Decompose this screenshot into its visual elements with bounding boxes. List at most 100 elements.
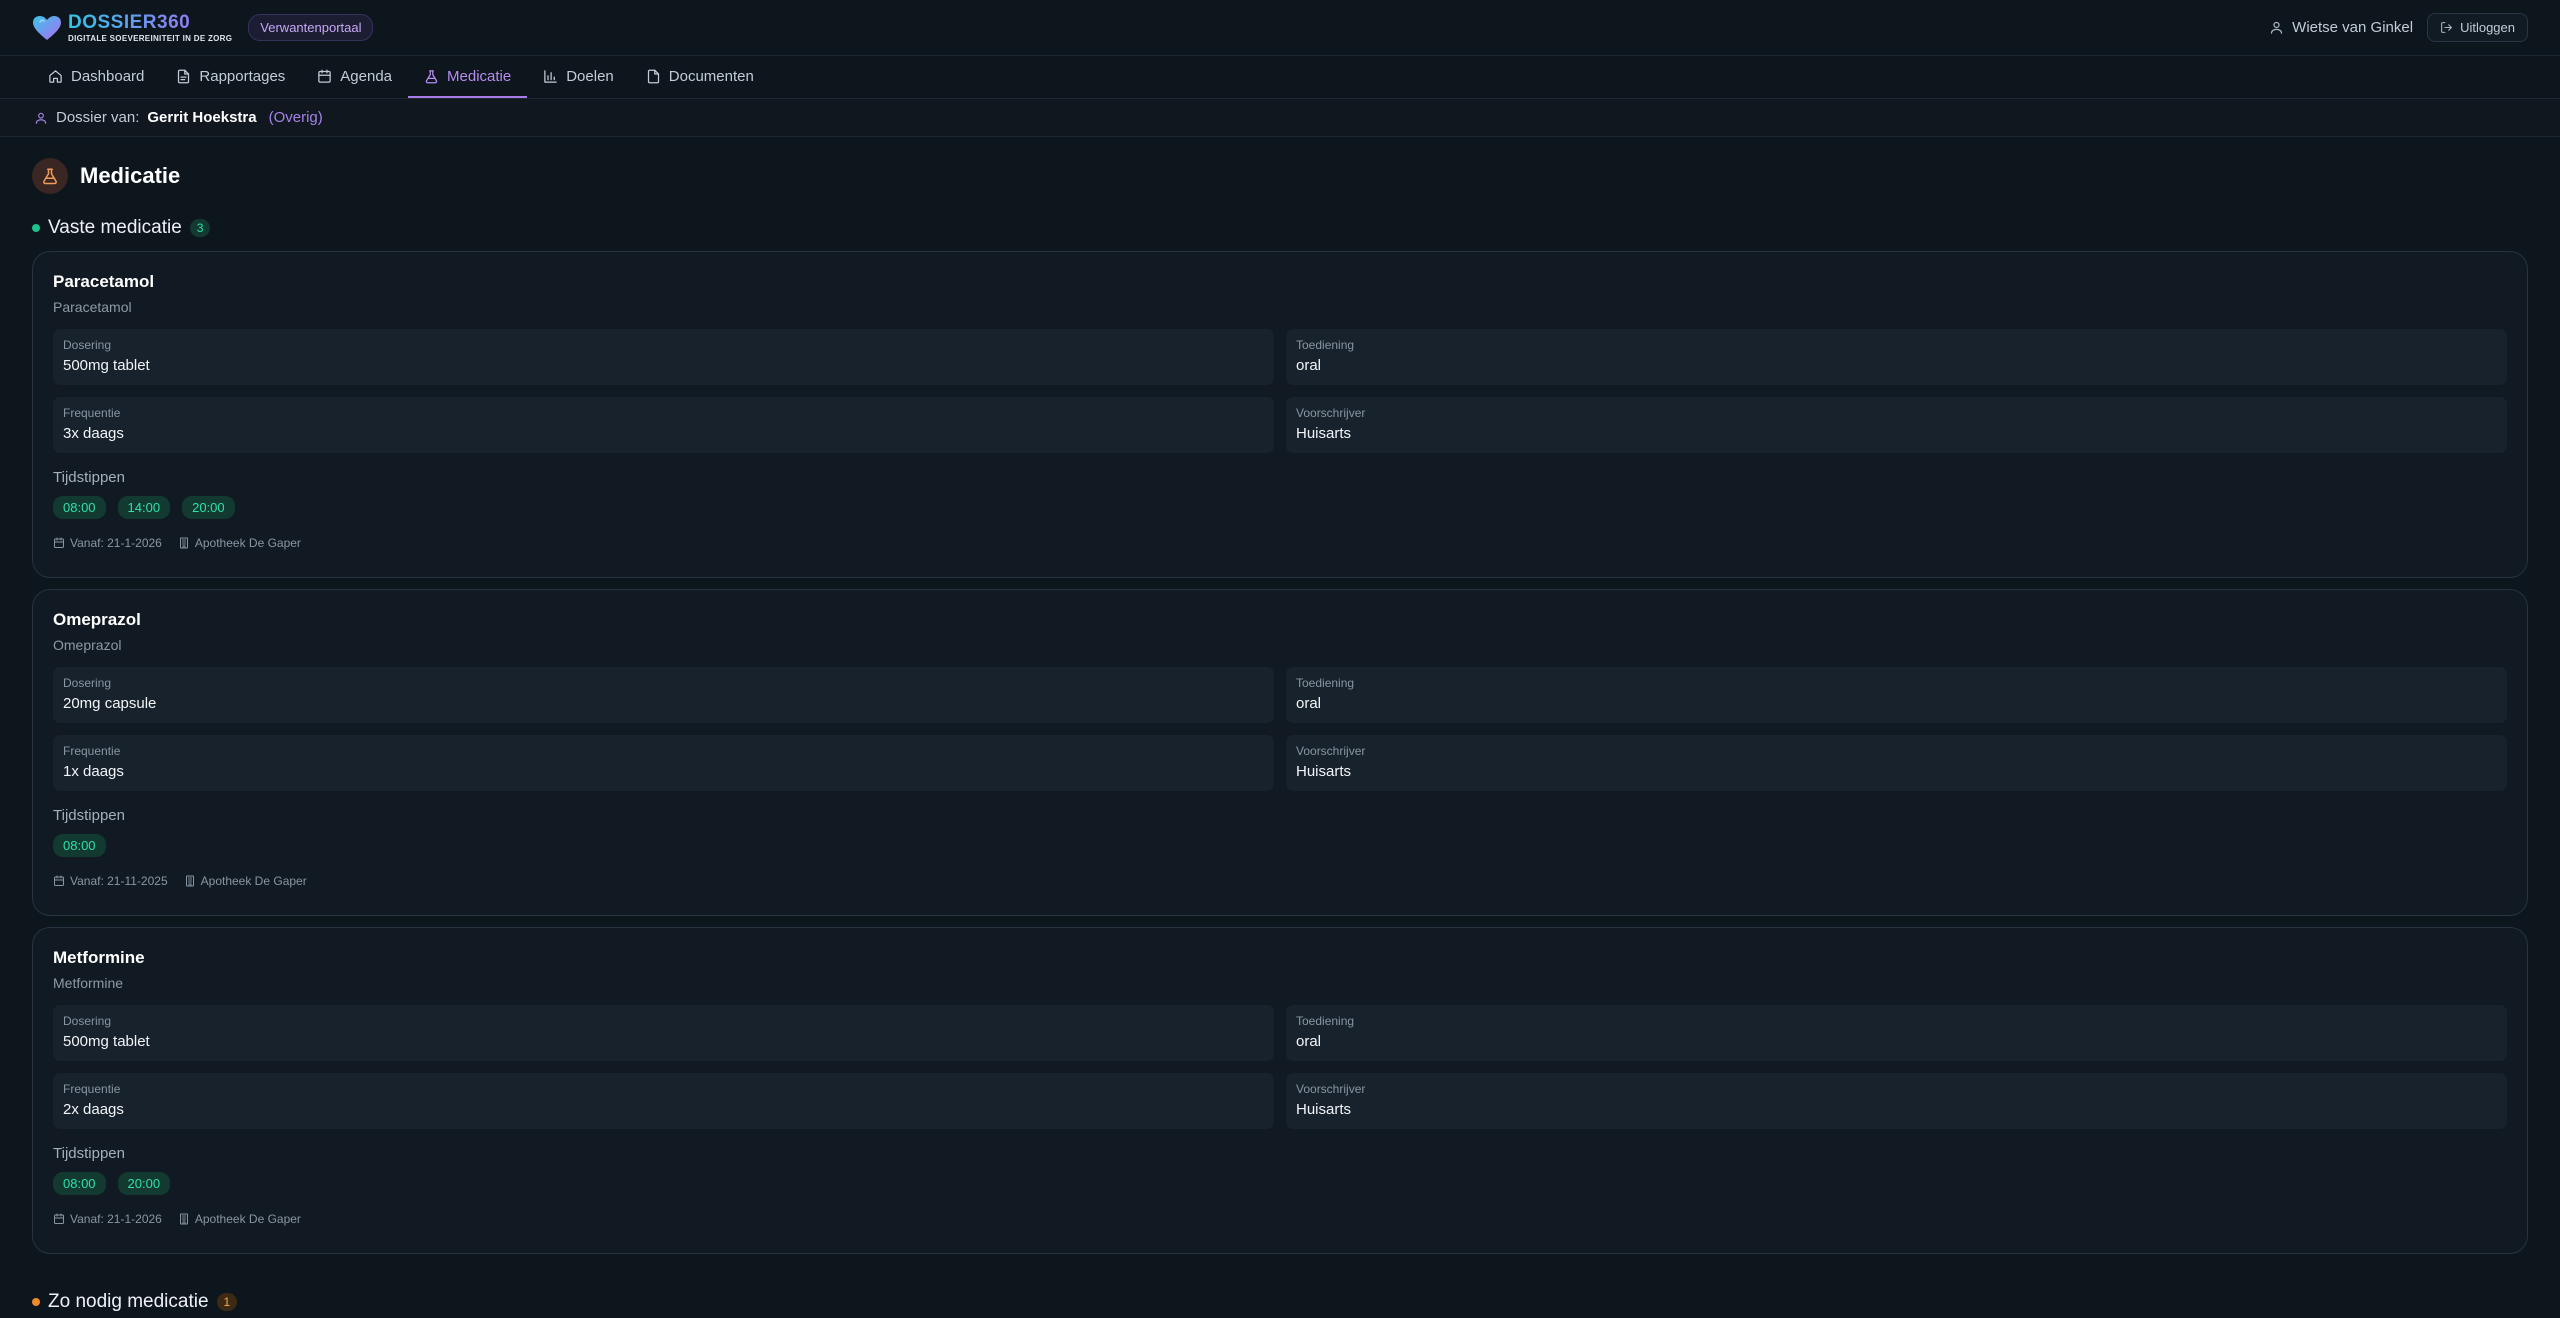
status-dot (32, 1298, 40, 1306)
pharmacy-name: Apotheek De Gaper (194, 536, 301, 550)
section-fixed-medication: Vaste medicatie 3 (32, 216, 2528, 240)
medication-card: Omeprazol Omeprazol Dosering 20mg capsul… (32, 589, 2528, 916)
dosage-field: Dosering 20mg capsule (53, 667, 1274, 723)
user-menu[interactable]: Wietse van Ginkel (2269, 19, 2413, 36)
page-title: Medicatie (80, 163, 181, 188)
field-value: 2x daags (63, 1101, 124, 1118)
logout-button[interactable]: Uitloggen (2427, 13, 2528, 42)
prescriber-field: Voorschrijver Huisarts (1286, 735, 2507, 791)
medication-name: Omeprazol (53, 610, 141, 629)
administration-field: Toediening oral (1286, 667, 2507, 723)
medication-list: Paracetamol Paracetamol Dosering 500mg t… (32, 251, 2528, 1254)
tab-agenda[interactable]: Agenda (301, 56, 408, 98)
logout-label: Uitloggen (2460, 20, 2515, 35)
top-bar: DOSSIER360 DIGITALE SOEVEREINITEIT IN DE… (0, 0, 2560, 56)
field-value: Huisarts (1296, 1101, 1352, 1118)
dossier-bar: Dossier van: Gerrit Hoekstra (Overig) (0, 99, 2560, 137)
brand-title: DOSSIER360 (68, 13, 232, 32)
medication-generic: Metformine (53, 975, 124, 991)
file-text-icon (178, 69, 190, 83)
medication-generic: Omeprazol (53, 637, 122, 653)
person-icon (35, 112, 47, 124)
dosage-field: Dosering 500mg tablet (53, 329, 1274, 385)
field-label: Toediening (1296, 1014, 1355, 1028)
bar-chart-icon (544, 69, 557, 83)
user-icon (2271, 21, 2283, 34)
prescriber-field: Voorschrijver Huisarts (1286, 397, 2507, 453)
portal-badge: Verwantenportaal (248, 14, 374, 41)
field-label: Frequentie (63, 744, 121, 758)
user-name: Wietse van Ginkel (2292, 19, 2414, 36)
flask-icon (43, 168, 57, 185)
times-label: Tijdstippen (53, 807, 125, 824)
medication-card: Metformine Metformine Dosering 500mg tab… (32, 927, 2528, 1254)
field-label: Dosering (63, 338, 112, 352)
section-title: Zo nodig medicatie (48, 1291, 209, 1312)
start-date-text: Vanaf: 21-1-2026 (70, 536, 162, 550)
field-value: Huisarts (1296, 763, 1352, 780)
medication-name: Metformine (53, 948, 145, 967)
section-title: Vaste medicatie (48, 217, 182, 238)
tab-medicatie[interactable]: Medicatie (408, 56, 528, 98)
medication-generic: Paracetamol (53, 299, 132, 315)
tab-dashboard-label: Dashboard (71, 67, 145, 85)
time-chip: 08:00 (53, 834, 106, 857)
home-icon (49, 69, 62, 83)
count-badge: 1 (216, 1293, 238, 1311)
field-label: Voorschrijver (1296, 744, 1366, 758)
pharmacy-name: Apotheek De Gaper (194, 1212, 301, 1226)
time-chip: 14:00 (117, 496, 171, 519)
pharmacy: Apotheek De Gaper (178, 536, 301, 550)
times-label: Tijdstippen (53, 1145, 125, 1162)
tab-rapportages-label: Rapportages (199, 67, 286, 85)
tab-rapportages[interactable]: Rapportages (160, 56, 301, 98)
tab-documenten[interactable]: Documenten (630, 56, 770, 98)
pharmacy: Apotheek De Gaper (184, 874, 307, 888)
field-value: oral (1296, 1033, 1322, 1050)
pharmacy-name: Apotheek De Gaper (200, 874, 307, 888)
file-icon (647, 69, 659, 83)
medication-card: Paracetamol Paracetamol Dosering 500mg t… (32, 251, 2528, 578)
calendar-icon (54, 537, 64, 548)
medication-page-icon (32, 158, 68, 194)
building-icon (179, 1213, 188, 1225)
field-label: Dosering (63, 676, 112, 690)
start-date-text: Vanaf: 21-11-2025 (70, 874, 168, 888)
tab-agenda-label: Agenda (340, 67, 393, 85)
frequency-field: Frequentie 1x daags (53, 735, 1274, 791)
brand-logo[interactable]: DOSSIER360 DIGITALE SOEVEREINITEIT IN DE… (32, 13, 232, 43)
start-date: Vanaf: 21-1-2026 (53, 1212, 162, 1226)
pharmacy: Apotheek De Gaper (178, 1212, 301, 1226)
calendar-icon (54, 1213, 64, 1224)
field-value: oral (1296, 695, 1322, 712)
tab-doelen[interactable]: Doelen (527, 56, 630, 98)
dossier-relation: (Overig) (268, 109, 323, 126)
main-nav: Dashboard Rapportages Agenda Medicatie D… (0, 56, 2560, 99)
administration-field: Toediening oral (1286, 1005, 2507, 1061)
start-date: Vanaf: 21-1-2026 (53, 536, 162, 550)
field-label: Toediening (1296, 338, 1355, 352)
time-chip: 20:00 (182, 496, 235, 519)
tab-documenten-label: Documenten (668, 67, 754, 85)
start-date-text: Vanaf: 21-1-2026 (70, 1212, 162, 1226)
tab-doelen-label: Doelen (566, 67, 614, 85)
dossier-client-name: Gerrit Hoekstra (147, 109, 257, 126)
field-label: Dosering (63, 1014, 112, 1028)
field-value: 20mg capsule (63, 695, 157, 712)
dosage-field: Dosering 500mg tablet (53, 1005, 1274, 1061)
field-value: 500mg tablet (63, 1033, 150, 1050)
field-value: 500mg tablet (63, 357, 150, 374)
field-label: Voorschrijver (1296, 406, 1366, 420)
dossier-prefix: Dossier van: (56, 109, 140, 126)
calendar-icon (54, 875, 64, 886)
frequency-field: Frequentie 3x daags (53, 397, 1274, 453)
field-value: 3x daags (63, 425, 124, 442)
time-chip: 20:00 (117, 1172, 171, 1195)
brand-subtitle: DIGITALE SOEVEREINITEIT IN DE ZORG (68, 33, 233, 43)
time-chip: 08:00 (53, 1172, 106, 1195)
building-icon (179, 537, 188, 549)
field-value: Huisarts (1296, 425, 1352, 442)
heart-logo-icon (33, 15, 61, 40)
start-date: Vanaf: 21-11-2025 (53, 874, 168, 888)
tab-dashboard[interactable]: Dashboard (32, 56, 160, 98)
